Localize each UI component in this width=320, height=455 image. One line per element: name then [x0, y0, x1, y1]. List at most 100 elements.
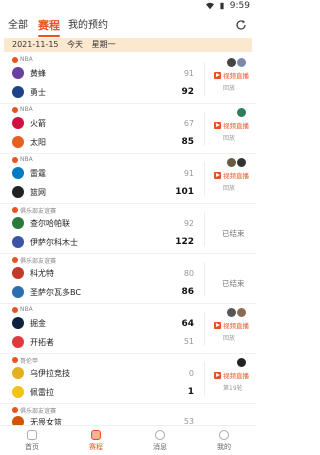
team-logo-icon — [12, 217, 24, 229]
home-team: 查尔哈帕联 — [12, 215, 70, 231]
away-score: 1 — [187, 387, 194, 397]
team-logo-icon — [12, 117, 24, 129]
home-score: 92 — [183, 219, 194, 228]
team-name: 佩雷拉 — [30, 387, 54, 397]
nav-home[interactable]: 首页 — [0, 426, 64, 455]
video-live-label: 视频直播 — [223, 322, 249, 330]
home-team: 火箭 — [12, 115, 46, 131]
avatar — [237, 58, 246, 67]
league-label: NBA — [20, 56, 33, 63]
match-row[interactable]: 俱乐部友谊赛 科尤特 80 圣萨尔瓦多BC 86 已结束 — [0, 254, 256, 304]
match-row[interactable]: NBA 掘金 64 开拓者 51 视频直播 回放 — [0, 304, 256, 354]
anchor-avatars — [214, 358, 246, 367]
avatar — [227, 58, 236, 67]
wifi-icon — [205, 2, 214, 10]
avatar — [237, 358, 246, 367]
team-name: 太阳 — [30, 137, 46, 147]
away-score: 122 — [175, 237, 194, 247]
video-live-button[interactable]: 视频直播 — [214, 70, 256, 80]
team-name: 勇士 — [30, 87, 46, 97]
nav-schedule[interactable]: 赛程 — [64, 426, 128, 455]
video-live-label: 视频直播 — [223, 172, 249, 180]
match-row[interactable]: 俱乐部友谊赛 无畏女篮 53 — [0, 404, 256, 428]
tab-my-reservations[interactable]: 我的预约 — [68, 14, 108, 38]
match-row[interactable]: NBA 黄蜂 91 勇士 92 视频直播 回放 — [0, 54, 256, 104]
home-score: 91 — [183, 69, 194, 78]
home-score: 80 — [183, 269, 194, 278]
nav-label: 首页 — [25, 442, 39, 451]
team-name: 查尔哈帕联 — [30, 218, 70, 228]
replay-label[interactable]: 回放 — [214, 333, 256, 342]
away-team: 伊萨尔科木士 — [12, 234, 78, 250]
match-row[interactable]: 哥伦甲 乌伊拉竞技 0 佩雷拉 1 视频直播 第19轮 — [0, 354, 256, 404]
video-live-button[interactable]: 视频直播 — [214, 170, 256, 180]
play-icon — [214, 321, 221, 329]
clock: 9:59 — [229, 1, 250, 11]
match-row[interactable]: NBA 雷霆 91 篮网 101 视频直播 回放 — [0, 154, 256, 204]
play-icon — [214, 171, 221, 179]
tab-all[interactable]: 全部 — [8, 14, 28, 38]
team-name: 圣萨尔瓦多BC — [30, 287, 81, 297]
home-score: 91 — [183, 169, 194, 178]
match-actions: 视频直播 回放 — [214, 158, 256, 192]
away-team: 佩雷拉 — [12, 384, 54, 400]
match-actions: 视频直播 回放 — [214, 58, 256, 92]
league-label: 俱乐部友谊赛 — [20, 258, 57, 265]
team-name: 开拓者 — [30, 337, 54, 347]
nav-label: 赛程 — [89, 442, 103, 451]
avatar — [237, 158, 246, 167]
match-row[interactable]: NBA 火箭 67 太阳 85 视频直播 回放 — [0, 104, 256, 154]
team-name: 乌伊拉竞技 — [30, 368, 70, 378]
top-tabs: 全部 赛程 我的预约 — [0, 14, 256, 38]
league-icon — [12, 307, 18, 313]
video-live-button[interactable]: 视频直播 — [214, 370, 256, 380]
replay-label[interactable]: 回放 — [214, 133, 256, 142]
replay-label[interactable]: 回放 — [214, 83, 256, 92]
away-team: 开拓者 — [12, 334, 54, 350]
match-status: 已结束 — [222, 229, 245, 238]
video-live-button[interactable]: 视频直播 — [214, 120, 256, 130]
replay-label[interactable]: 回放 — [214, 183, 256, 192]
schedule-icon — [91, 429, 101, 440]
weekday-text: 星期一 — [91, 40, 116, 49]
nav-label: 我的 — [217, 442, 231, 451]
status-bar: 9:59 — [0, 0, 256, 14]
nav-profile[interactable]: 我的 — [192, 426, 256, 455]
message-icon — [155, 429, 165, 440]
league-icon — [12, 357, 18, 363]
team-name: 雷霆 — [30, 168, 46, 178]
team-logo-icon — [12, 167, 24, 179]
divider — [204, 262, 205, 296]
anchor-avatars — [214, 158, 246, 167]
match-row[interactable]: 俱乐部友谊赛 查尔哈帕联 92 伊萨尔科木士 122 已结束 — [0, 204, 256, 254]
avatar — [237, 108, 246, 117]
nav-messages[interactable]: 消息 — [128, 426, 192, 455]
anchor-avatars — [214, 58, 246, 67]
video-live-label: 视频直播 — [223, 122, 249, 130]
away-team: 太阳 — [12, 134, 46, 150]
avatar — [237, 308, 246, 317]
team-logo-icon — [12, 286, 24, 298]
team-logo-icon — [12, 317, 24, 329]
home-team: 雷霆 — [12, 165, 46, 181]
divider — [204, 212, 205, 246]
anchor-avatars — [214, 308, 246, 317]
bottom-nav: 首页 赛程 消息 我的 — [0, 425, 256, 455]
team-logo-icon — [12, 86, 24, 98]
home-icon — [27, 429, 37, 440]
date-text: 2021-11-15 — [12, 40, 59, 49]
team-name: 伊萨尔科木士 — [30, 237, 78, 247]
away-team: 勇士 — [12, 84, 46, 100]
divider — [204, 162, 205, 196]
league-icon — [12, 157, 18, 163]
date-bar: 2021-11-15 今天 星期一 — [4, 38, 252, 52]
refresh-icon[interactable] — [234, 18, 248, 32]
play-icon — [214, 71, 221, 79]
home-team: 黄蜂 — [12, 65, 46, 81]
league-label: NBA — [20, 156, 33, 163]
match-actions: 视频直播 回放 — [214, 308, 256, 342]
today-text: 今天 — [67, 40, 84, 49]
tab-schedule[interactable]: 赛程 — [38, 14, 60, 38]
video-live-button[interactable]: 视频直播 — [214, 320, 256, 330]
league-icon — [12, 407, 18, 413]
